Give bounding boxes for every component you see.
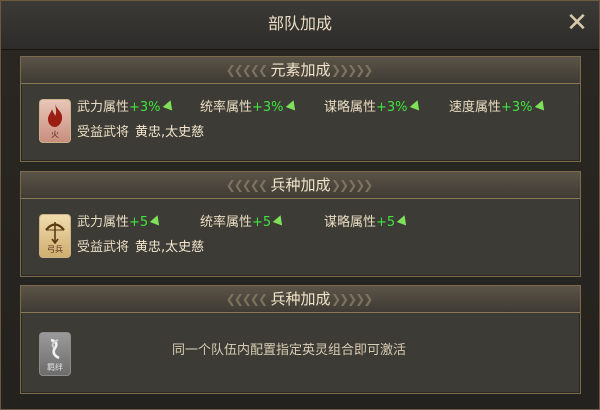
badge-label: 羁绊 [47,363,63,372]
attribute-label: 谋略属性 [324,100,377,115]
arrow-up-icon [162,98,175,111]
arrow-up-icon [285,98,298,111]
attribute-value: +3% [129,100,161,115]
arrow-up-icon [396,213,410,226]
attribute-item: 武力属性+5 [77,213,163,232]
activation-hint: 同一个队伍内配置指定英灵组合即可激活 [172,343,407,358]
arrow-up-icon [272,213,286,226]
panel-header: ❮❮❮❮❮ ❯❯❯❯❯ 兵种加成 [21,172,580,199]
attribute-label: 速度属性 [449,100,502,115]
beneficiary-line: 受益武将 黄忠,太史慈 [77,124,204,142]
fetter-icon: 羁绊 [39,332,71,376]
attribute-value: +5 [129,215,149,230]
attribute-label: 武力属性 [77,215,130,230]
attribute-item: 速度属性+3% [449,98,547,117]
attribute-value: +3% [501,100,533,115]
fire-glyph [48,104,63,127]
attribute-item: 谋略属性+5 [324,213,410,232]
arrow-up-icon [534,98,547,111]
beneficiary-label: 受益武将 [77,125,130,140]
attribute-item: 统率属性+5 [200,213,286,232]
beneficiary-names: 黄忠,太史慈 [135,240,205,255]
troop-bonus-panel: ❮❮❮❮❮ ❯❯❯❯❯ 兵种加成 弓兵 武力属性+5 统率属性+5 谋略属性+5… [20,171,581,277]
panel-title: 元素加成 [270,61,331,79]
attribute-value: +5 [252,215,272,230]
beneficiary-names: 黄忠,太史慈 [135,125,205,140]
dialog-title: 部队加成 [267,14,332,33]
bow-glyph [45,222,65,244]
attribute-item: 统率属性+3% [200,98,298,117]
attribute-item: 武力属性+3% [77,98,175,117]
attribute-value: +3% [376,100,408,115]
attribute-label: 统率属性 [200,215,253,230]
beneficiary-line: 受益武将 黄忠,太史慈 [77,239,204,257]
fetter-bonus-panel: ❮❮❮❮❮ ❯❯❯❯❯ 兵种加成 羁绊 同一个队伍内配置指定英灵组合即可激活 [20,285,581,394]
panel-header: ❮❮❮❮❮ ❯❯❯❯❯ 兵种加成 [21,286,580,313]
panel-title: 兵种加成 [270,290,331,308]
bow-icon: 弓兵 [39,214,71,258]
fire-icon: 火 [39,99,71,143]
arrow-up-icon [409,98,422,111]
close-icon[interactable]: ✕ [564,10,590,36]
element-bonus-panel: ❮❮❮❮❮ ❯❯❯❯❯ 元素加成 火 武力属性+3% 统率属性+3% 谋略属性+… [20,56,581,162]
panel-title: 兵种加成 [270,176,331,194]
fetter-glyph [50,338,60,360]
panel-header: ❮❮❮❮❮ ❯❯❯❯❯ 元素加成 [21,57,580,84]
badge-label: 弓兵 [47,245,63,254]
beneficiary-label: 受益武将 [77,240,130,255]
badge-label: 火 [51,130,59,139]
attribute-label: 谋略属性 [324,215,377,230]
attribute-item: 谋略属性+3% [324,98,422,117]
attribute-label: 武力属性 [77,100,130,115]
attribute-value: +3% [252,100,284,115]
attribute-value: +5 [376,215,396,230]
arrow-up-icon [149,213,163,226]
attribute-label: 统率属性 [200,100,253,115]
